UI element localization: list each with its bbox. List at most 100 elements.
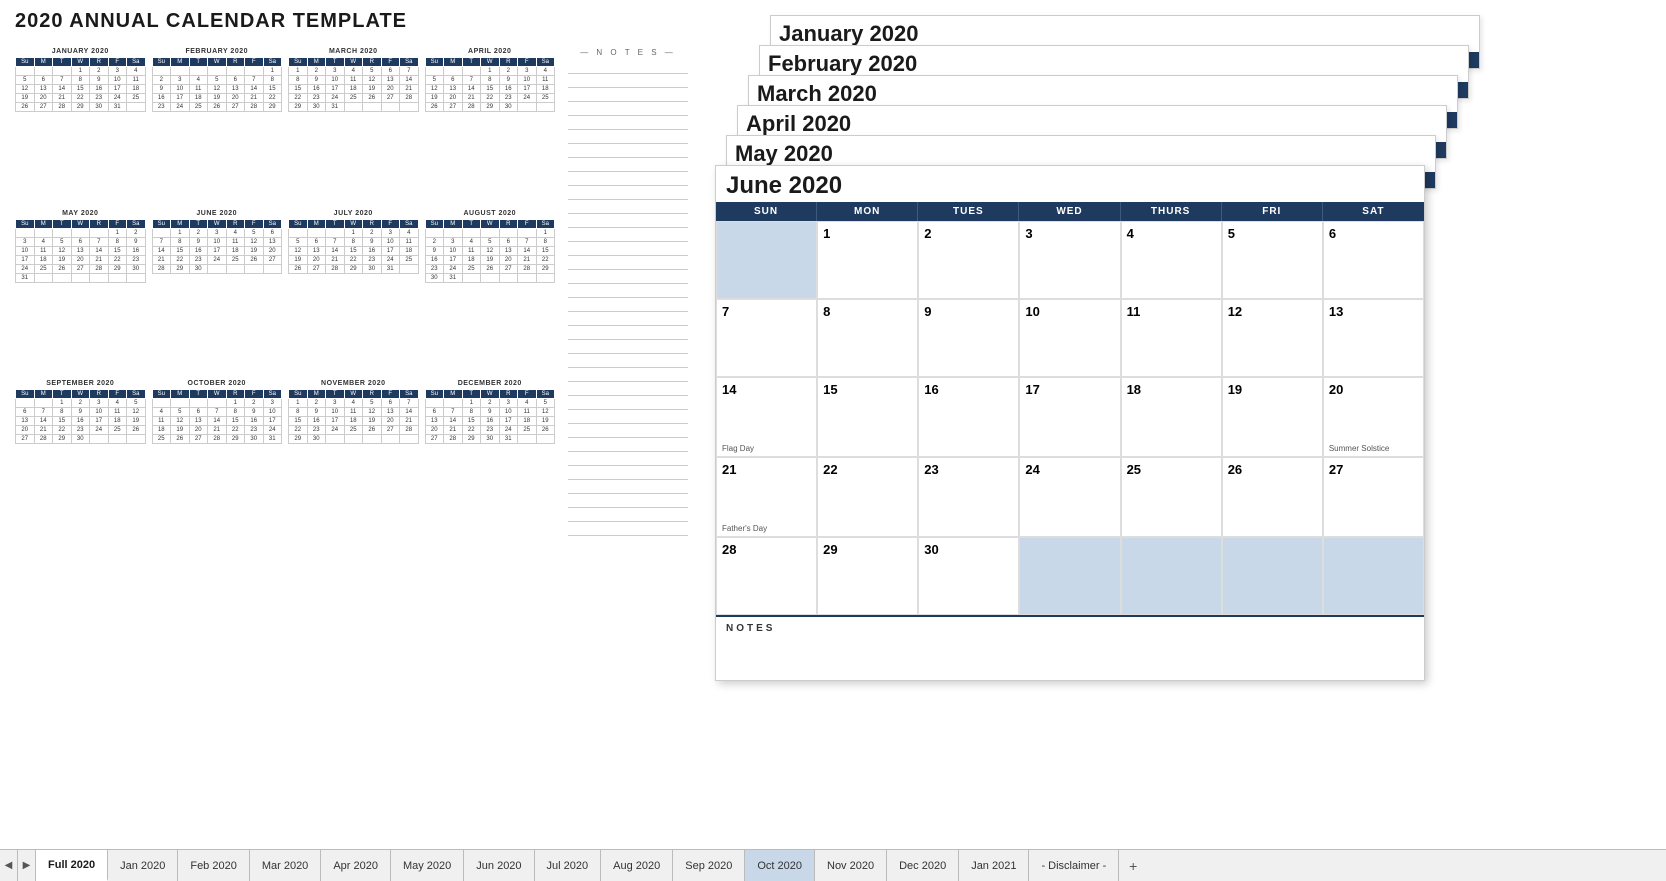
mini-cal-cell[interactable]: 19 [536, 417, 555, 426]
mini-cal-cell[interactable]: 6 [34, 76, 53, 85]
mini-cal-cell[interactable]: 26 [16, 103, 35, 112]
mini-cal-cell[interactable]: 1 [53, 399, 72, 408]
mini-cal-cell[interactable]: 13 [189, 417, 208, 426]
mini-cal-cell[interactable]: 18 [108, 417, 127, 426]
mini-cal-cell[interactable]: 14 [152, 246, 171, 255]
mini-cal-cell[interactable]: 15 [289, 85, 308, 94]
mini-cal-cell[interactable]: 31 [108, 103, 127, 112]
mini-cal-cell[interactable]: 27 [381, 94, 400, 103]
mini-cal-cell[interactable]: 27 [34, 103, 53, 112]
jun-cell-19[interactable]: 19 [1222, 377, 1323, 457]
tab-scroll-left[interactable]: ◀ [0, 850, 18, 881]
mini-cal-cell[interactable]: 1 [536, 228, 555, 237]
mini-cal-cell[interactable]: 20 [307, 255, 326, 264]
mini-cal-cell[interactable]: 27 [499, 264, 518, 273]
mini-cal-cell[interactable]: 20 [189, 426, 208, 435]
mini-cal-cell[interactable]: 27 [381, 426, 400, 435]
mini-cal-cell[interactable]: 22 [108, 255, 127, 264]
jun-cell-20[interactable]: 20 Summer Solstice [1323, 377, 1424, 457]
mini-cal-cell[interactable]: 23 [499, 94, 518, 103]
mini-cal-cell[interactable]: 17 [326, 85, 345, 94]
mini-cal-cell[interactable]: 14 [518, 246, 537, 255]
mini-cal-cell[interactable]: 19 [127, 417, 146, 426]
notes-line[interactable] [568, 74, 688, 88]
jun-cell-14[interactable]: 14 Flag Day [716, 377, 817, 457]
mini-cal-cell[interactable]: 17 [499, 417, 518, 426]
notes-line[interactable] [568, 466, 688, 480]
notes-line[interactable] [568, 508, 688, 522]
mini-cal-cell[interactable]: 23 [71, 426, 90, 435]
mini-cal-cell[interactable]: 13 [381, 408, 400, 417]
mini-cal-cell[interactable]: 15 [171, 246, 190, 255]
notes-line[interactable] [568, 256, 688, 270]
mini-cal-cell[interactable]: 21 [326, 255, 345, 264]
mini-cal-cell[interactable]: 23 [127, 255, 146, 264]
mini-cal-cell[interactable]: 12 [536, 408, 555, 417]
mini-cal-cell[interactable]: 22 [289, 426, 308, 435]
mini-cal-cell[interactable]: 3 [381, 228, 400, 237]
mini-cal-cell[interactable]: 19 [363, 417, 382, 426]
mini-cal-cell[interactable]: 14 [400, 76, 419, 85]
mini-cal-cell[interactable]: 29 [344, 264, 363, 273]
mini-cal-cell[interactable]: 8 [536, 237, 555, 246]
mini-cal-cell[interactable]: 4 [344, 67, 363, 76]
mini-cal-cell[interactable]: 30 [71, 435, 90, 444]
mini-cal-cell[interactable]: 13 [16, 417, 35, 426]
jun-cell-21[interactable]: 21 Father's Day [716, 457, 817, 537]
mini-cal-cell[interactable]: 11 [189, 85, 208, 94]
mini-cal-cell[interactable]: 2 [127, 228, 146, 237]
mini-cal-cell[interactable]: 20 [71, 255, 90, 264]
mini-cal-cell[interactable]: 6 [425, 408, 444, 417]
mini-cal-cell[interactable]: 22 [71, 94, 90, 103]
mini-cal-cell[interactable]: 9 [499, 76, 518, 85]
mini-cal-cell[interactable]: 12 [245, 237, 264, 246]
mini-cal-cell[interactable]: 16 [307, 85, 326, 94]
mini-cal-cell[interactable]: 22 [226, 426, 245, 435]
mini-cal-cell[interactable]: 8 [108, 237, 127, 246]
mini-cal-cell[interactable]: 15 [71, 85, 90, 94]
jun-cell-18[interactable]: 18 [1121, 377, 1222, 457]
mini-cal-cell[interactable]: 25 [518, 426, 537, 435]
mini-cal-cell[interactable]: 1 [344, 228, 363, 237]
mini-cal-cell[interactable]: 9 [71, 408, 90, 417]
mini-cal-cell[interactable]: 7 [245, 76, 264, 85]
mini-cal-cell[interactable]: 8 [344, 237, 363, 246]
mini-cal-cell[interactable]: 1 [263, 67, 282, 76]
mini-cal-cell[interactable]: 18 [462, 255, 481, 264]
mini-cal-cell[interactable]: 14 [444, 417, 463, 426]
mini-cal-cell[interactable]: 22 [536, 255, 555, 264]
mini-cal-cell[interactable]: 23 [245, 426, 264, 435]
mini-cal-cell[interactable]: 28 [462, 103, 481, 112]
mini-cal-cell[interactable]: 4 [518, 399, 537, 408]
mini-cal-cell[interactable]: 27 [263, 255, 282, 264]
mini-cal-cell[interactable]: 12 [289, 246, 308, 255]
mini-cal-cell[interactable]: 10 [499, 408, 518, 417]
mini-cal-cell[interactable]: 22 [462, 426, 481, 435]
tab-apr-2020[interactable]: Apr 2020 [321, 850, 391, 881]
mini-cal-cell[interactable]: 1 [289, 399, 308, 408]
notes-line[interactable] [568, 200, 688, 214]
mini-cal-cell[interactable]: 24 [518, 94, 537, 103]
mini-cal-cell[interactable]: 21 [444, 426, 463, 435]
notes-line[interactable] [568, 130, 688, 144]
mini-cal-cell[interactable]: 26 [363, 94, 382, 103]
mini-cal-cell[interactable]: 13 [263, 237, 282, 246]
mini-cal-cell[interactable]: 19 [363, 85, 382, 94]
mini-cal-cell[interactable]: 16 [90, 85, 109, 94]
tab-jun-2020[interactable]: Jun 2020 [464, 850, 534, 881]
mini-cal-cell[interactable]: 4 [462, 237, 481, 246]
mini-cal-cell[interactable]: 9 [90, 76, 109, 85]
jun-cell-29[interactable]: 29 [817, 537, 918, 615]
mini-cal-cell[interactable]: 26 [289, 264, 308, 273]
mini-cal-cell[interactable]: 31 [326, 103, 345, 112]
jun-cell-10[interactable]: 10 [1019, 299, 1120, 377]
mini-cal-cell[interactable]: 4 [536, 67, 555, 76]
mini-cal-cell[interactable]: 3 [444, 237, 463, 246]
notes-line[interactable] [568, 186, 688, 200]
mini-cal-cell[interactable]: 23 [189, 255, 208, 264]
mini-cal-cell[interactable]: 6 [444, 76, 463, 85]
mini-cal-cell[interactable]: 27 [444, 103, 463, 112]
mini-cal-cell[interactable]: 30 [245, 435, 264, 444]
mini-cal-cell[interactable]: 16 [189, 246, 208, 255]
mini-cal-cell[interactable]: 10 [518, 76, 537, 85]
